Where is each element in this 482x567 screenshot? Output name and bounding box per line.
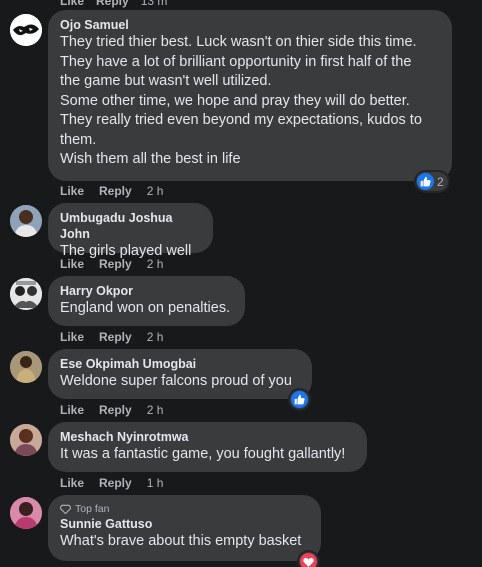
reply-link[interactable]: Reply: [99, 257, 132, 271]
like-link[interactable]: Like: [60, 476, 84, 490]
avatar[interactable]: [10, 351, 42, 383]
avatar-logo-image: [10, 14, 42, 46]
comment-author[interactable]: Ese Okpimah Umogbai: [60, 356, 300, 372]
timestamp[interactable]: 13 m: [141, 0, 168, 8]
comment-actions: Like Reply 2 h: [60, 257, 163, 271]
avatar-photo: [10, 424, 42, 456]
comment-text-line: They really tried even beyond my expecta…: [60, 112, 422, 128]
comment-text-line: Weldone super falcons proud of you: [60, 373, 292, 389]
reply-link[interactable]: Reply: [99, 330, 132, 344]
comment-text-line: Wish them all the best in life: [60, 151, 241, 167]
reply-link[interactable]: Reply: [99, 476, 132, 490]
comment-bubble: Ese Okpimah Umogbai Weldone super falcon…: [48, 349, 312, 399]
comment-text-line: Some other time, we hope and pray they w…: [60, 92, 410, 109]
reaction-summary[interactable]: 2: [416, 172, 448, 191]
timestamp[interactable]: 2 h: [147, 257, 164, 271]
comment-text-line: the game but wasn't well utilized.: [60, 73, 272, 89]
love-icon: [300, 553, 317, 567]
timestamp[interactable]: 2 h: [147, 330, 164, 344]
avatar-photo: [10, 351, 42, 383]
comment-text-line: They have a lot of brilliant opportunity…: [60, 53, 412, 70]
avatar[interactable]: [10, 497, 42, 529]
comment-author[interactable]: Meshach Nyinrotmwa: [60, 429, 355, 445]
comment-bubble: Meshach Nyinrotmwa It was a fantastic ga…: [48, 422, 367, 472]
reply-link[interactable]: Reply: [99, 403, 132, 417]
reaction-summary[interactable]: [290, 390, 309, 409]
previous-comment-actions: Like Reply 13 m: [60, 0, 167, 8]
like-link[interactable]: Like: [60, 257, 84, 271]
comment-text-line: It was a fantastic game, you fought gall…: [60, 446, 346, 462]
comment-actions: Like Reply 1 h: [60, 476, 163, 490]
comment-text-line: What's brave about this empty basket: [60, 533, 302, 549]
avatar[interactable]: [10, 205, 42, 237]
reaction-summary[interactable]: [299, 552, 318, 567]
comment-actions: Like Reply 2 h: [60, 403, 163, 417]
timestamp[interactable]: 2 h: [147, 403, 164, 417]
reply-link[interactable]: Reply: [99, 184, 132, 198]
comment-author[interactable]: Harry Okpor: [60, 283, 233, 299]
timestamp[interactable]: 1 h: [147, 476, 164, 490]
comment-author[interactable]: Umbugadu Joshua John: [60, 210, 201, 242]
like-icon: [417, 173, 434, 190]
badge-label: Top fan: [75, 503, 110, 515]
reply-link[interactable]: Reply: [96, 0, 129, 8]
like-link[interactable]: Like: [60, 403, 84, 417]
comment-feed: Like Reply 13 m Ojo Samuel They tried th…: [0, 0, 482, 567]
avatar-photo: [10, 497, 42, 529]
diamond-icon: [60, 504, 71, 514]
avatar[interactable]: [10, 424, 42, 456]
avatar[interactable]: [10, 14, 42, 46]
timestamp[interactable]: 2 h: [147, 184, 164, 198]
reaction-count: 2: [437, 174, 444, 189]
comment-bubble: Top fan Sunnie Gattuso What's brave abou…: [48, 495, 321, 561]
top-fan-badge[interactable]: Top fan: [60, 502, 309, 516]
comment-bubble: Ojo Samuel They tried thier best. Luck w…: [48, 10, 452, 181]
like-icon: [291, 391, 308, 408]
avatar[interactable]: [10, 278, 42, 310]
like-link[interactable]: Like: [60, 330, 84, 344]
avatar-photo: [10, 205, 42, 237]
comment-text-line: England won on penalties.: [60, 300, 231, 316]
comment-bubble: Umbugadu Joshua John The girls played we…: [48, 203, 213, 259]
comment-author[interactable]: Ojo Samuel: [60, 17, 440, 33]
avatar-photo: [10, 278, 42, 310]
comment-actions: Like Reply 2 h: [60, 330, 163, 344]
comment-text-line: them.: [60, 131, 97, 148]
comment-bubble: Harry Okpor England won on penalties.: [48, 276, 245, 326]
comment-author[interactable]: Sunnie Gattuso: [60, 516, 309, 532]
comment-actions: Like Reply 2 h: [60, 184, 163, 198]
comment-text-line: They tried thier best. Luck wasn't on th…: [60, 34, 417, 50]
like-link[interactable]: Like: [60, 0, 84, 8]
like-link[interactable]: Like: [60, 184, 84, 198]
